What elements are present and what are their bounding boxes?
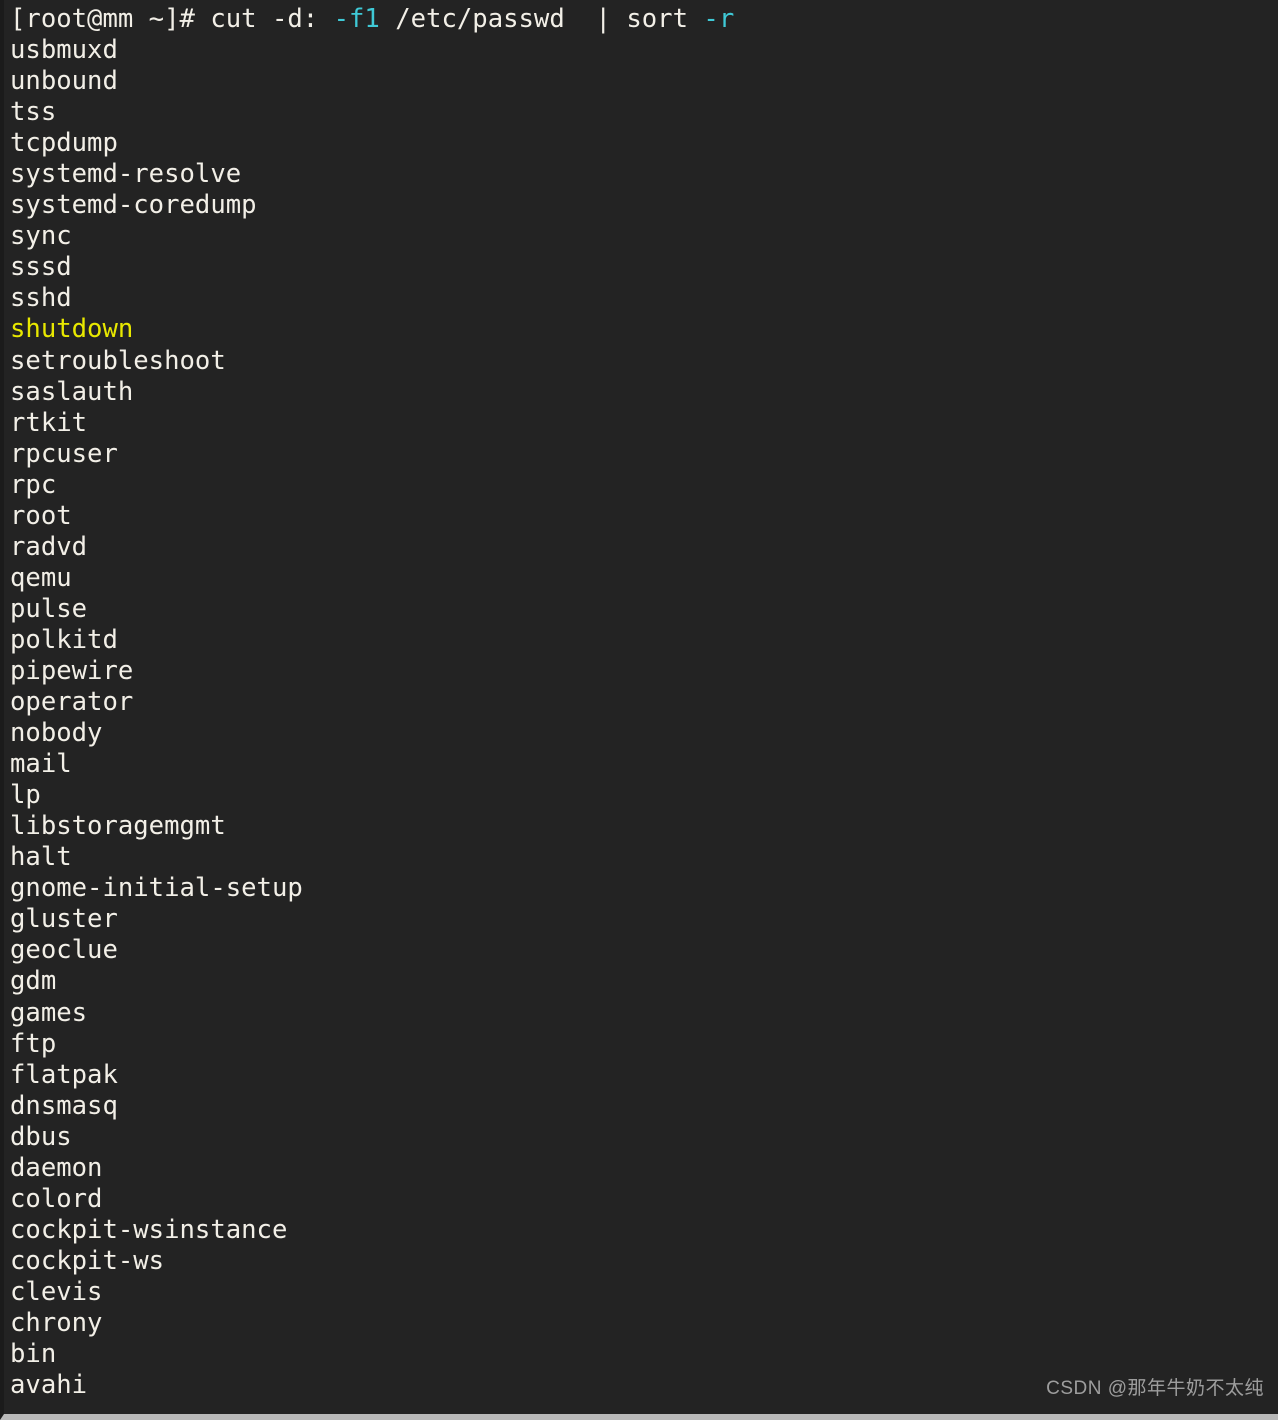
terminal-window[interactable]: [root@mm ~]# cut -d: -f1 /etc/passwd | s… (0, 0, 1278, 1420)
output-line: systemd-resolve (10, 159, 242, 190)
prompt-command-token-0: cut -d: (194, 4, 334, 34)
output-line: rpc (10, 469, 57, 500)
output-line: chrony (10, 1307, 103, 1338)
output-line: pipewire (10, 655, 134, 686)
output-line: radvd (10, 531, 88, 562)
output-line: saslauth (10, 376, 134, 407)
prompt-user-host: [root@mm ~]# (10, 4, 195, 34)
output-line: clevis (10, 1276, 103, 1307)
output-line: geoclue (10, 935, 118, 966)
prompt-command-token-2: /etc/passwd | sort (379, 4, 704, 34)
output-line: operator (10, 687, 134, 718)
output-line: gluster (10, 904, 118, 935)
terminal-prompt-line: [root@mm ~]# cut -d: -f1 /etc/passwd | s… (10, 4, 1278, 35)
output-line: sshd (10, 283, 72, 314)
output-line: tcpdump (10, 128, 118, 159)
output-line: rtkit (10, 407, 88, 438)
prompt-command-token-1: -f1 (333, 4, 380, 34)
output-line: lp (10, 780, 41, 811)
output-line: daemon (10, 1152, 103, 1183)
output-line: nobody (10, 718, 103, 749)
output-line: cockpit-ws (10, 1245, 165, 1276)
output-line: rpcuser (10, 438, 118, 469)
output-line: flatpak (10, 1059, 118, 1090)
output-line: pulse (10, 593, 88, 624)
output-line: cockpit-wsinstance (10, 1214, 288, 1245)
output-line: sync (10, 221, 72, 252)
output-line: tss (10, 97, 57, 128)
output-line: games (10, 997, 88, 1028)
output-line: colord (10, 1183, 103, 1214)
output-line: dbus (10, 1121, 72, 1152)
csdn-watermark: CSDN @那年牛奶不太纯 (1046, 1378, 1264, 1399)
output-line: polkitd (10, 624, 118, 655)
output-line: mail (10, 749, 72, 780)
terminal-output: usbmuxd unbound tss tcpdump systemd-resolve s… (10, 35, 1278, 1401)
output-line: shutdown (10, 314, 134, 345)
output-line: sssd (10, 252, 72, 283)
output-line: setroubleshoot (10, 345, 226, 376)
output-line: dnsmasq (10, 1090, 118, 1121)
prompt-command-token-3: -r (703, 4, 735, 34)
output-line: libstoragemgmt (10, 811, 226, 842)
output-line: root (10, 500, 72, 531)
output-line: halt (10, 842, 72, 873)
output-line: bin (10, 1339, 57, 1370)
output-line: ftp (10, 1028, 57, 1059)
output-line: gdm (10, 966, 57, 997)
output-line: gnome-initial-setup (10, 873, 303, 904)
terminal-screen[interactable]: [root@mm ~]# cut -d: -f1 /etc/passwd | s… (4, 0, 1278, 1401)
output-line: usbmuxd (10, 35, 118, 66)
output-line: qemu (10, 562, 72, 593)
output-line: systemd-coredump (10, 190, 257, 221)
output-line: unbound (10, 66, 118, 97)
